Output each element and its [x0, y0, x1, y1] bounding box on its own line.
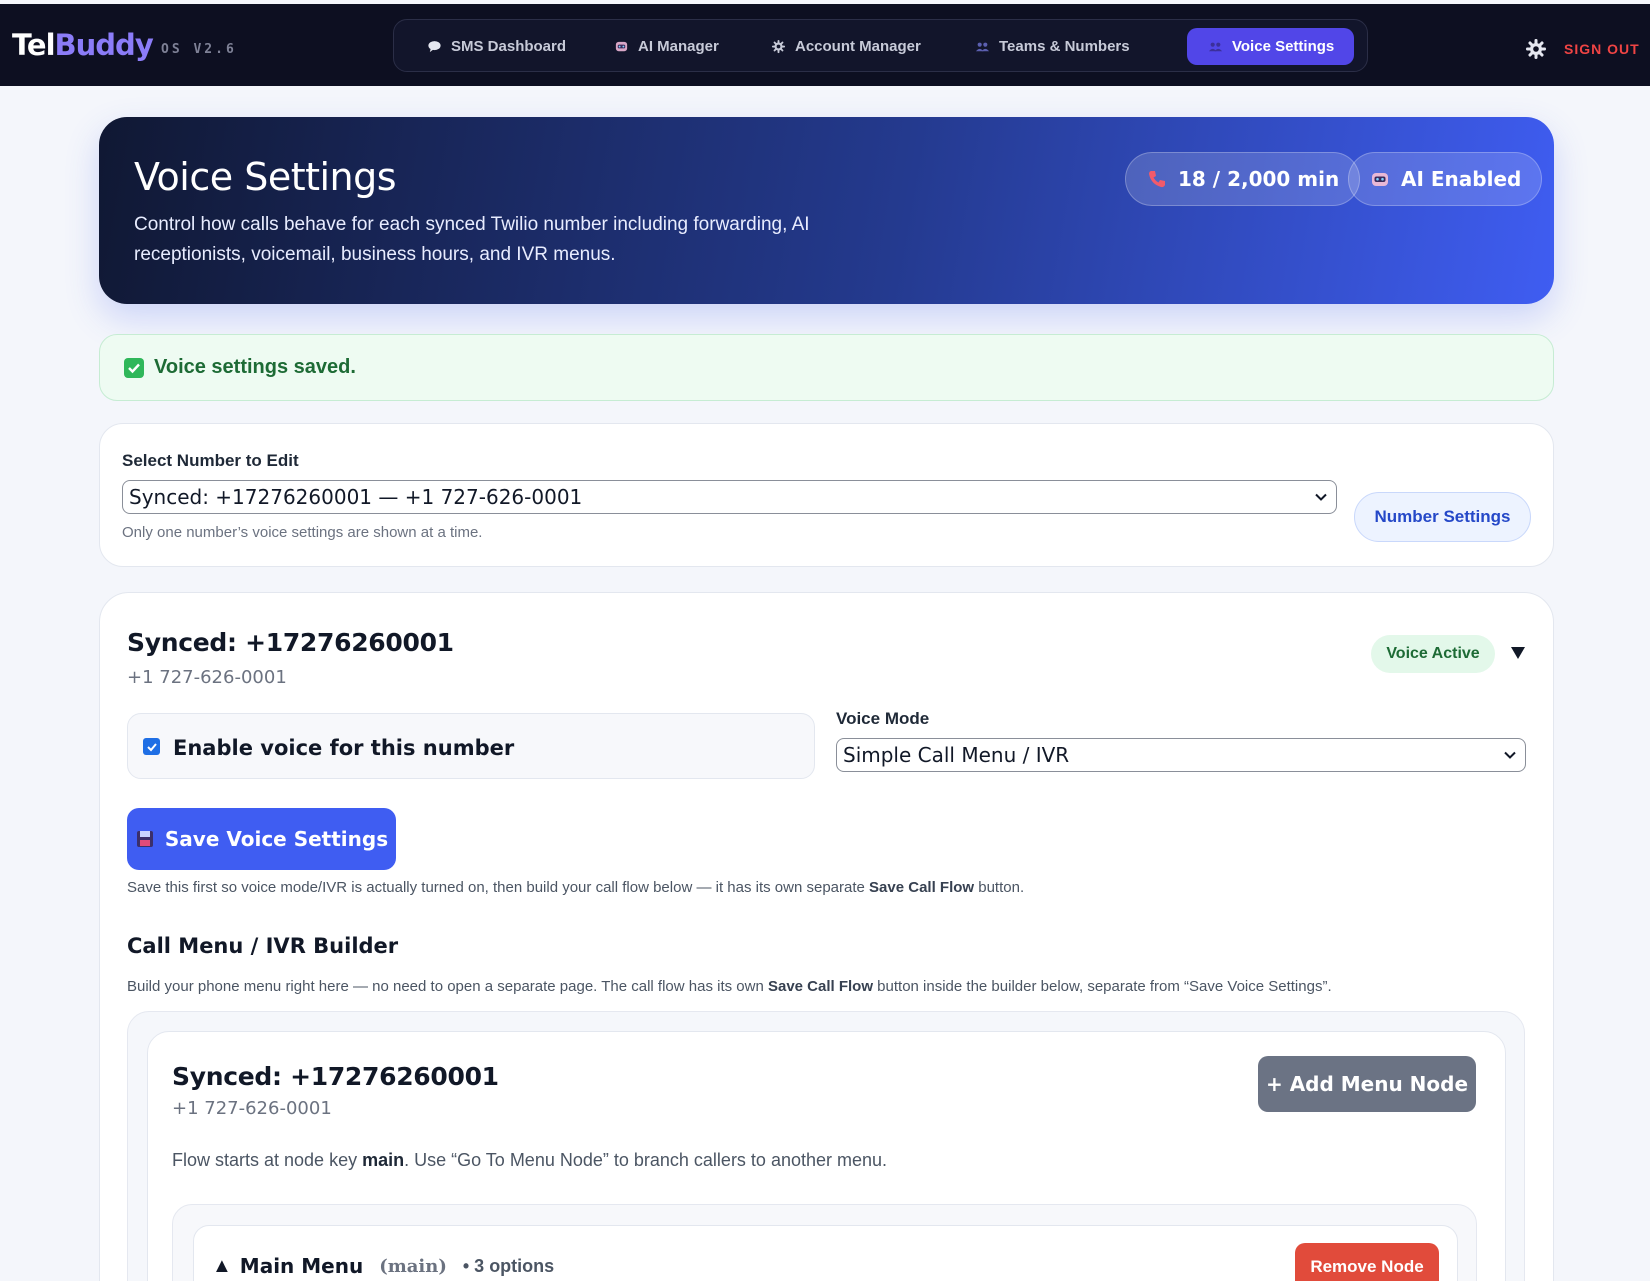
nav-teams-numbers-label: Teams & Numbers	[999, 38, 1130, 55]
sign-out-link[interactable]: SIGN OUT	[1564, 41, 1640, 57]
ivr-builder-description-tail: button inside the builder below, separat…	[873, 978, 1332, 995]
save-voice-settings-button[interactable]: Save Voice Settings	[127, 808, 396, 870]
brand-logo[interactable]: TelBuddy	[12, 28, 154, 62]
number-settings-button[interactable]: Number Settings	[1354, 492, 1531, 542]
node-options-count: • 3 options	[462, 1255, 555, 1276]
hero-banner: Voice Settings Control how calls behave …	[99, 117, 1554, 304]
enable-voice-label: Enable voice for this number	[173, 736, 515, 760]
ivr-builder-description: Build your phone menu right here — no ne…	[127, 978, 1332, 995]
node-name: Main Menu	[239, 1254, 364, 1278]
save-note: Save this first so voice mode/IVR is act…	[127, 879, 1024, 896]
nav-voice-settings[interactable]: Voice Settings	[1187, 28, 1355, 65]
voice-mode-value: Simple Call Menu / IVR	[843, 743, 1070, 767]
save-note-tail: button.	[974, 879, 1025, 896]
node-collapse-icon[interactable]: ▲	[212, 1255, 232, 1278]
nav-teams-numbers[interactable]: Teams & Numbers	[954, 28, 1150, 65]
nav-ai-manager-label: AI Manager	[638, 38, 719, 55]
robot-icon	[613, 39, 629, 55]
menu-node-header[interactable]: ▲ Main Menu (main) • 3 options	[212, 1254, 554, 1278]
ivr-builder-heading: Call Menu / IVR Builder	[127, 934, 399, 958]
gear-icon	[770, 39, 786, 55]
flow-start-note-tail: . Use “Go To Menu Node” to branch caller…	[404, 1150, 888, 1170]
brand-logo-part1: Tel	[12, 28, 56, 62]
nav-account-manager[interactable]: Account Manager	[750, 28, 941, 65]
node-key: (main)	[379, 1255, 447, 1277]
enable-voice-checkbox[interactable]	[143, 738, 160, 755]
number-selector-card: Select Number to Edit Synced: +172762600…	[99, 423, 1554, 567]
version-label: OS V2.6	[161, 42, 237, 57]
chevron-down-icon	[1504, 751, 1516, 759]
voice-mode-dropdown[interactable]: Simple Call Menu / IVR	[836, 738, 1526, 772]
success-alert-text: Voice settings saved.	[154, 356, 356, 378]
ai-enabled-text: AI Enabled	[1401, 167, 1522, 191]
settings-gear-icon[interactable]	[1525, 38, 1547, 60]
builder-number-title: Synced: +17276260001	[172, 1062, 499, 1091]
voice-mode-label: Voice Mode	[836, 709, 930, 728]
ai-enabled-badge: AI Enabled	[1348, 152, 1543, 206]
save-note-text: Save this first so voice mode/IVR is act…	[127, 879, 870, 896]
menu-node-list: ▲ Main Menu (main) • 3 options Remove No…	[172, 1204, 1477, 1281]
number-title: Synced: +17276260001	[127, 628, 454, 657]
enable-voice-toggle[interactable]: Enable voice for this number	[127, 713, 815, 779]
chevron-down-icon	[1315, 493, 1327, 501]
voice-settings-card: Synced: +17276260001 +1 727-626-0001 Voi…	[99, 592, 1554, 1281]
flow-start-node-key: main	[362, 1150, 405, 1170]
brand-logo-part2: Buddy	[54, 28, 154, 62]
top-navigation-bar: TelBuddy OS V2.6 SMS Dashboard AI Manage…	[0, 4, 1650, 86]
ivr-builder-description-emphasis: Save Call Flow	[767, 978, 874, 995]
checkmark-icon	[124, 357, 144, 378]
number-select-value: Synced: +17276260001 — +1 727-626-0001	[129, 485, 583, 509]
success-alert: Voice settings saved.	[99, 334, 1554, 401]
robot-icon	[1372, 173, 1388, 186]
builder-number-phone: +1 727-626-0001	[172, 1098, 332, 1119]
page-title: Voice Settings	[134, 155, 397, 199]
ivr-builder-description-text: Build your phone menu right here — no ne…	[127, 978, 768, 995]
save-note-emphasis: Save Call Flow	[869, 879, 975, 896]
remove-node-button[interactable]: Remove Node	[1295, 1243, 1439, 1281]
add-menu-node-button[interactable]: + Add Menu Node	[1258, 1056, 1476, 1112]
people-icon	[974, 39, 990, 55]
nav-sms-dashboard[interactable]: SMS Dashboard	[406, 28, 586, 65]
number-select-hint: Only one number’s voice settings are sho…	[122, 524, 483, 541]
page-description: Control how calls behave for each synced…	[134, 214, 810, 265]
voice-status-badge: Voice Active	[1371, 635, 1495, 673]
people-icon	[1207, 39, 1223, 55]
number-phone: +1 727-626-0001	[127, 667, 287, 688]
main-nav: SMS Dashboard AI Manager Account Manager…	[393, 19, 1368, 72]
ivr-builder-panel: Synced: +17276260001 +1 727-626-0001 + A…	[147, 1031, 1506, 1281]
floppy-disk-icon	[136, 831, 153, 847]
save-voice-settings-label: Save Voice Settings	[164, 827, 389, 851]
number-select-dropdown[interactable]: Synced: +17276260001 — +1 727-626-0001	[122, 480, 1337, 514]
nav-sms-dashboard-label: SMS Dashboard	[451, 38, 567, 55]
flow-start-note-text: Flow starts at node key	[172, 1150, 363, 1170]
minutes-usage-badge: 18 / 2,000 min	[1125, 152, 1361, 206]
nav-account-manager-label: Account Manager	[795, 38, 921, 55]
number-select-label: Select Number to Edit	[122, 451, 299, 470]
nav-voice-settings-label: Voice Settings	[1232, 38, 1335, 55]
collapse-triangle-icon[interactable]	[1510, 646, 1526, 660]
ivr-builder-container: Synced: +17276260001 +1 727-626-0001 + A…	[127, 1011, 1525, 1281]
menu-node: ▲ Main Menu (main) • 3 options Remove No…	[193, 1225, 1458, 1281]
nav-ai-manager[interactable]: AI Manager	[593, 28, 739, 65]
phone-icon	[1149, 171, 1165, 188]
flow-start-note: Flow starts at node key main. Use “Go To…	[172, 1150, 887, 1171]
minutes-usage-text: 18 / 2,000 min	[1178, 167, 1340, 191]
chat-bubble-icon	[426, 39, 442, 55]
